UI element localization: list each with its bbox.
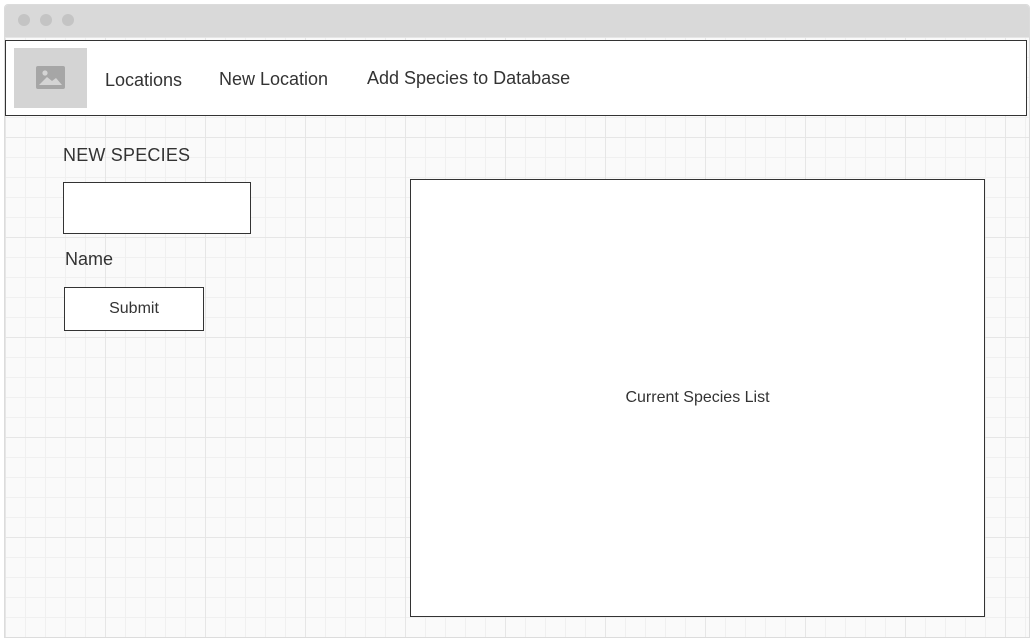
browser-window: Locations New Location Add Species to Da… <box>4 4 1030 638</box>
navbar: Locations New Location Add Species to Da… <box>5 40 1027 116</box>
page-title: NEW SPECIES <box>63 145 191 165</box>
current-species-list[interactable]: Current Species List <box>410 179 985 617</box>
image-placeholder-icon <box>36 66 65 89</box>
window-maximize-dot[interactable] <box>62 14 74 26</box>
window-titlebar <box>5 5 1029 37</box>
species-list-label: Current Species List <box>625 389 770 406</box>
submit-button[interactable]: Submit <box>64 287 204 331</box>
name-field-label: Name <box>65 249 114 269</box>
page-content: Locations New Location Add Species to Da… <box>5 37 1029 637</box>
species-name-input[interactable] <box>63 182 251 234</box>
logo-placeholder[interactable] <box>14 48 87 108</box>
nav-link-new-location[interactable]: New Location <box>219 69 328 90</box>
window-close-dot[interactable] <box>18 14 30 26</box>
nav-link-locations[interactable]: Locations <box>105 70 182 91</box>
nav-link-add-species[interactable]: Add Species to Database <box>367 68 570 89</box>
window-minimize-dot[interactable] <box>40 14 52 26</box>
